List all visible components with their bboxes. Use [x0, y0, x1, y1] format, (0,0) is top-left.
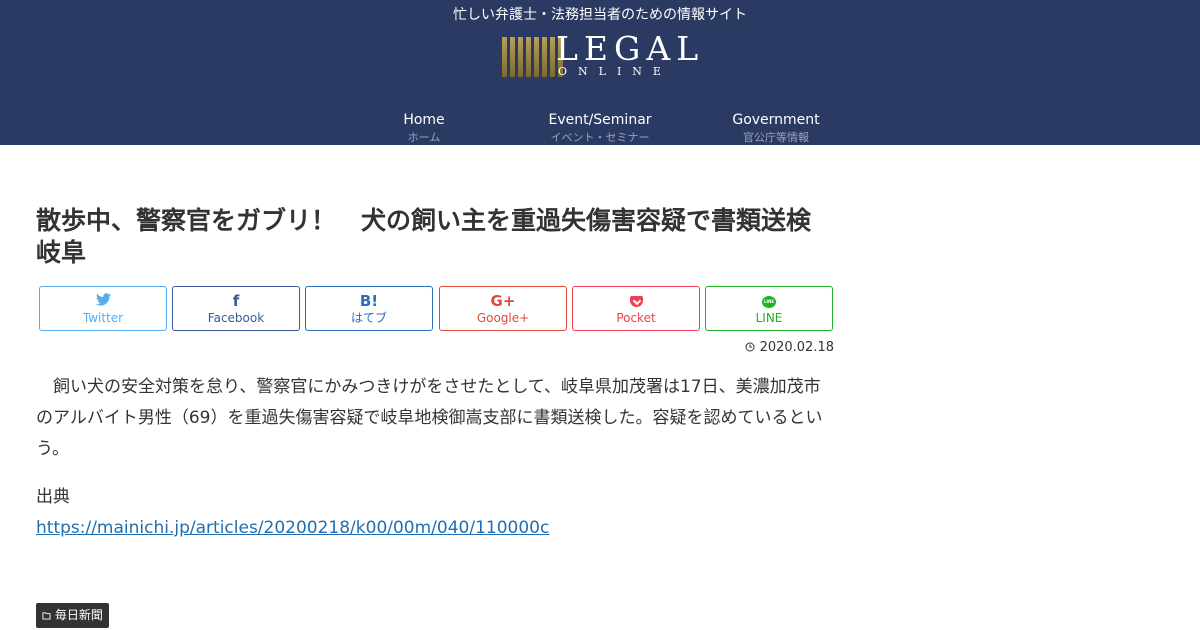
hatena-bookmark-label: はてブ: [350, 311, 387, 325]
category-tag-label: 毎日新聞: [54, 608, 103, 622]
google-plus-icon: G+: [490, 292, 516, 310]
clock-icon: [745, 340, 759, 355]
nav-item-event-seminar[interactable]: Event/Seminar イベント・セミナー: [510, 111, 690, 145]
logo-bars-icon: [502, 37, 563, 77]
site-tagline: 忙しい弁護士・法務担当者のための情報サイト: [453, 7, 747, 23]
site-header: 忙しい弁護士・法務担当者のための情報サイト LEGAL ONLINE Home …: [0, 0, 1200, 145]
article-title: 散歩中、警察官をガブリ！ 犬の飼い主を重過失傷害容疑で書類送検 岐阜: [36, 206, 837, 267]
logo-subtitle: ONLINE: [558, 65, 672, 78]
line-share-button[interactable]: LINE LINE: [705, 286, 833, 331]
nav-item-label: Home: [403, 112, 445, 128]
nav-item-sublabel: 官公庁等情報: [743, 131, 809, 144]
twitter-share-button[interactable]: Twitter: [39, 286, 167, 331]
article-body: 飼い犬の安全対策を怠り、警察官にかみつきけがをさせたとして、岐阜県加茂署は17日…: [36, 377, 823, 459]
nav-item-label: Government: [732, 112, 820, 128]
nav-item-label: Event/Seminar: [548, 112, 652, 128]
hatena-bookmark-button[interactable]: B! はてブ: [305, 286, 433, 331]
hatena-bookmark-icon: B!: [359, 292, 379, 310]
folder-icon: [42, 608, 55, 622]
facebook-f-icon: f: [232, 292, 240, 310]
line-share-label: LINE: [755, 311, 783, 325]
publish-date: 2020.02.18: [745, 340, 834, 355]
facebook-share-label: Facebook: [207, 311, 265, 325]
source-label: 出典: [36, 487, 70, 507]
nav-item-sublabel: ホーム: [407, 131, 441, 144]
pocket-share-label: Pocket: [616, 311, 656, 325]
source-link[interactable]: https://mainichi.jp/articles/20200218/k0…: [36, 514, 549, 542]
nav-item-home[interactable]: Home ホーム: [334, 111, 514, 145]
twitter-share-label: Twitter: [82, 311, 124, 325]
site-logo[interactable]: LEGAL ONLINE: [502, 31, 702, 80]
line-icon: LINE: [706, 292, 832, 310]
google-plus-share-label: Google+: [476, 311, 530, 325]
google-plus-share-button[interactable]: G+ Google+: [439, 286, 567, 331]
twitter-bird-icon: [40, 292, 166, 310]
nav-item-sublabel: イベント・セミナー: [550, 131, 650, 144]
nav-item-government[interactable]: Government 官公庁等情報: [686, 111, 866, 145]
pocket-icon: [573, 292, 699, 310]
facebook-share-button[interactable]: f Facebook: [172, 286, 300, 331]
publish-date-text: 2020.02.18: [759, 340, 834, 355]
pocket-share-button[interactable]: Pocket: [572, 286, 700, 331]
logo-title: LEGAL: [556, 29, 705, 68]
category-tag[interactable]: 毎日新聞: [36, 603, 109, 628]
